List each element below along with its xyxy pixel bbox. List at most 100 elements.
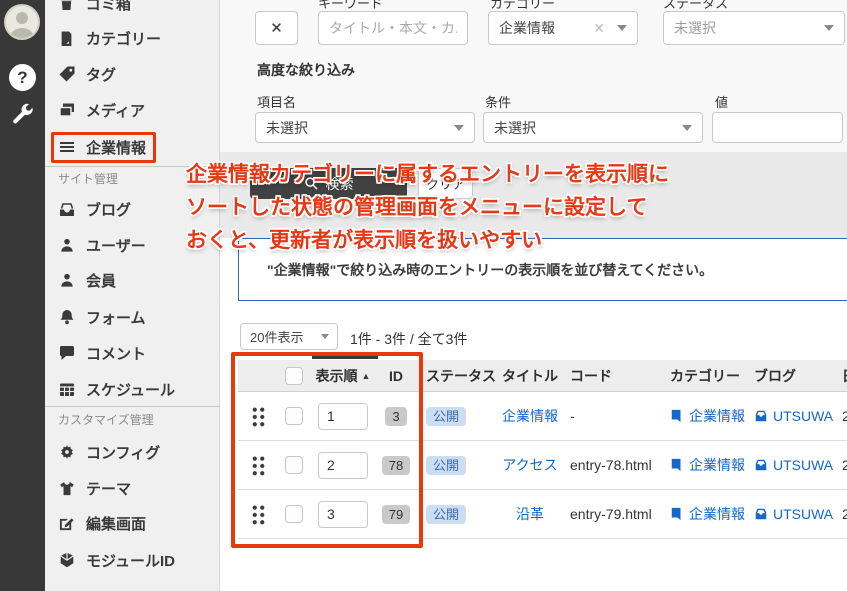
- per-page-select[interactable]: 20件表示: [240, 323, 338, 350]
- keyword-input[interactable]: [319, 20, 467, 36]
- annotation-box-menu: [51, 132, 156, 163]
- column-header-blog[interactable]: ブログ: [752, 366, 838, 386]
- status-badge: 公開: [426, 505, 466, 524]
- field-name-label: 項目名: [257, 92, 296, 111]
- per-page-value: 20件表示: [241, 327, 321, 346]
- result-count-text: 1件 - 3件 / 全て3件: [350, 329, 467, 349]
- category-selected-value: 企業情報: [489, 18, 593, 38]
- entry-title-link[interactable]: 沿革: [516, 504, 544, 524]
- sidebar-item-edit-screen[interactable]: 編集画面: [58, 511, 146, 535]
- sidebar-section-site: サイト管理: [58, 170, 118, 187]
- category-link[interactable]: 企業情報: [689, 504, 745, 524]
- calendar-icon: [58, 381, 75, 398]
- category-select[interactable]: 企業情報 ✕: [488, 11, 638, 45]
- blog-link[interactable]: UTSUWA: [773, 506, 833, 522]
- close-filter-button[interactable]: ✕: [255, 11, 298, 45]
- blog-link[interactable]: UTSUWA: [773, 457, 833, 473]
- tag-icon: [58, 66, 75, 83]
- annotation-text-line2: ソートした状態の管理画面をメニューに設定して: [186, 191, 647, 221]
- comment-icon: [58, 345, 75, 362]
- annotation-text-line3: おくと、更新者が表示順を扱いやすい: [186, 224, 542, 254]
- gear-icon: [58, 444, 75, 461]
- column-header-title[interactable]: タイトル: [500, 366, 560, 386]
- chevron-down-icon: [454, 125, 464, 131]
- media-icon: [58, 102, 75, 119]
- field-name-select[interactable]: 未選択: [255, 112, 475, 143]
- category-link[interactable]: 企業情報: [689, 455, 745, 475]
- user-icon: [58, 272, 75, 289]
- status-badge: 公開: [426, 407, 466, 426]
- sidebar-item-theme[interactable]: テーマ: [58, 476, 131, 500]
- status-badge: 公開: [426, 456, 466, 475]
- inbox-icon: [58, 201, 75, 218]
- field-name-selected-value: 未選択: [256, 118, 454, 138]
- app-bar: ?: [0, 0, 45, 591]
- category-icon: [670, 458, 684, 472]
- blog-icon: [754, 507, 768, 521]
- help-icon: ?: [17, 68, 27, 88]
- column-header-status[interactable]: ステータス: [416, 366, 500, 386]
- entry-code: entry-79.html: [570, 506, 652, 522]
- wrench-button[interactable]: [10, 102, 35, 127]
- condition-select[interactable]: 未選択: [483, 112, 703, 143]
- chevron-down-icon: [617, 25, 627, 31]
- sidebar-item-trash[interactable]: ゴミ箱: [58, 0, 131, 15]
- entry-date: 2: [842, 457, 847, 473]
- status-select[interactable]: 未選択: [663, 11, 845, 45]
- entry-date: 2: [842, 408, 847, 424]
- entry-date: 2: [842, 506, 847, 522]
- sidebar-item-comment[interactable]: コメント: [58, 341, 146, 365]
- status-selected-value: 未選択: [664, 18, 824, 38]
- condition-label: 条件: [485, 92, 511, 111]
- category-icon: [670, 409, 684, 423]
- annotation-text-line1: 企業情報カテゴリーに属するエントリーを表示順に: [186, 158, 669, 188]
- entry-code: entry-78.html: [570, 457, 652, 473]
- chevron-down-icon: [321, 334, 329, 339]
- close-icon: ✕: [270, 19, 283, 37]
- sidebar-item-form[interactable]: フォーム: [58, 305, 146, 329]
- sidebar-item-config[interactable]: コンフィグ: [58, 440, 160, 464]
- condition-selected-value: 未選択: [484, 118, 682, 138]
- help-button[interactable]: ?: [9, 64, 36, 91]
- category-icon: [670, 507, 684, 521]
- chevron-down-icon: [682, 125, 692, 131]
- blog-icon: [754, 458, 768, 472]
- sidebar-item-users[interactable]: ユーザー: [58, 233, 146, 257]
- entry-code: -: [570, 408, 575, 424]
- wrench-icon: [10, 102, 35, 127]
- blog-link[interactable]: UTSUWA: [773, 408, 833, 424]
- value-field[interactable]: [712, 112, 843, 143]
- sidebar-divider: [45, 406, 220, 407]
- category-link[interactable]: 企業情報: [689, 406, 745, 426]
- user-icon: [58, 237, 75, 254]
- edit-icon: [58, 515, 75, 532]
- value-input[interactable]: [713, 120, 842, 136]
- entry-title-link[interactable]: アクセス: [502, 455, 557, 475]
- sidebar-item-schedule[interactable]: スケジュール: [58, 377, 175, 401]
- sidebar: ゴミ箱 カテゴリー タグ メディア 企業情報 サイト管理 ブログ ユーザー 会員…: [45, 0, 220, 591]
- value-label: 値: [715, 92, 728, 111]
- tshirt-icon: [58, 480, 75, 497]
- remove-category-icon[interactable]: ✕: [593, 20, 605, 37]
- column-header-date[interactable]: 日: [838, 366, 847, 386]
- bell-icon: [58, 309, 75, 326]
- sort-notice-message: "企業情報"で絞り込み時のエントリーの表示順を並び替えてください。: [267, 260, 713, 280]
- sidebar-item-members[interactable]: 会員: [58, 268, 116, 292]
- trash-icon: [58, 0, 75, 12]
- user-avatar-icon: [6, 6, 38, 38]
- advanced-filter-heading: 高度な絞り込み: [257, 60, 355, 80]
- chevron-down-icon: [824, 25, 834, 31]
- sidebar-section-customize: カスタマイズ管理: [58, 411, 154, 428]
- keyword-field[interactable]: [318, 11, 468, 45]
- avatar[interactable]: [4, 4, 40, 40]
- sidebar-item-tag[interactable]: タグ: [58, 62, 116, 86]
- cube-icon: [58, 552, 75, 569]
- annotation-box-sort-column: [231, 352, 423, 548]
- sidebar-item-module-id[interactable]: モジュールID: [58, 548, 175, 572]
- sidebar-item-media[interactable]: メディア: [58, 98, 145, 122]
- column-header-category[interactable]: カテゴリー: [664, 366, 752, 386]
- sidebar-item-blog[interactable]: ブログ: [58, 197, 131, 221]
- column-header-code[interactable]: コード: [560, 366, 664, 386]
- entry-title-link[interactable]: 企業情報: [502, 406, 558, 426]
- sidebar-item-category[interactable]: カテゴリー: [58, 26, 161, 50]
